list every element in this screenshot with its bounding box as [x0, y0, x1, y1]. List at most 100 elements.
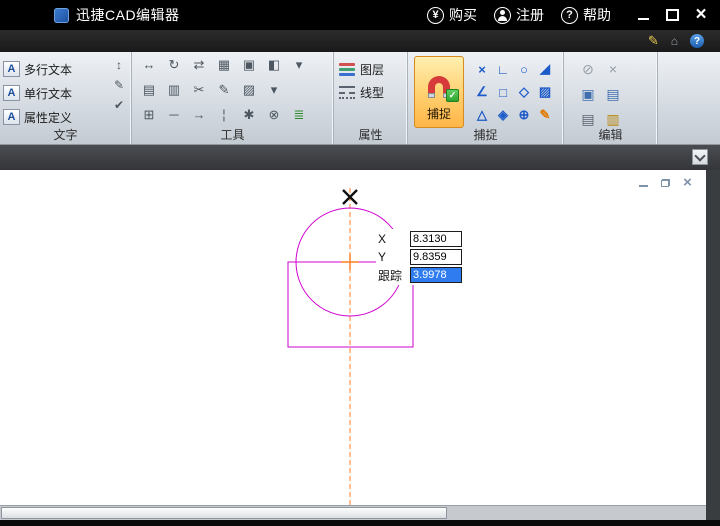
layer-icon	[339, 63, 355, 76]
app-window: 迅捷CAD编辑器 ¥ 购买 注册 ? 帮助 × ✎ ⌂ ?	[0, 0, 720, 526]
minimize-icon	[638, 18, 649, 20]
x-coordinate-field[interactable]: 8.3130	[410, 231, 462, 247]
snap-quadrant-icon[interactable]: ◇	[514, 81, 534, 103]
singleline-text-icon: A	[3, 85, 20, 101]
rotate-tool-icon[interactable]: ↻	[165, 56, 183, 74]
y-coordinate-field[interactable]: 9.8359	[410, 249, 462, 265]
linetype-label: 线型	[360, 84, 384, 101]
tracking-distance-field[interactable]: 3.9978	[410, 267, 462, 283]
paste-icon[interactable]: ▤	[601, 82, 625, 106]
doc-minimize-button[interactable]	[637, 176, 650, 189]
more-tools-dropdown-icon[interactable]: ▾	[290, 56, 308, 74]
snap-perpendicular-icon[interactable]: ∟	[493, 58, 513, 80]
ribbon-toolbar: A 多行文本 A 单行文本 A 属性定义 ↕ ✎ ✔ 文字	[0, 52, 720, 145]
layer-button[interactable]: 图层	[339, 58, 407, 81]
hatch-tool-icon[interactable]: ▨	[240, 81, 258, 99]
linetype-button[interactable]: 线型	[339, 81, 407, 104]
snap-extension-icon[interactable]: ∠	[472, 81, 492, 103]
move-tool-icon[interactable]: ↔	[140, 56, 158, 74]
snap-button-label: 捕捉	[427, 105, 451, 122]
close-icon: ×	[695, 8, 706, 22]
text-scale-icon[interactable]: ↕	[116, 59, 122, 71]
line-tool-icon[interactable]: ─	[165, 106, 183, 124]
home-icon[interactable]: ⌂	[671, 34, 678, 48]
clipboard-tool-icon[interactable]: ▥	[165, 81, 183, 99]
row2-dropdown-icon[interactable]: ▾	[265, 81, 283, 99]
title-bar: 迅捷CAD编辑器 ¥ 购买 注册 ? 帮助 ×	[0, 0, 720, 30]
group-label-text: 文字	[0, 126, 131, 143]
x-coordinate-label: X	[378, 232, 410, 246]
spell-check-icon[interactable]: ✔	[114, 99, 124, 111]
expand-panel-button[interactable]	[692, 149, 708, 165]
drawing-canvas[interactable]: × X 8.3130 Y 9.8359 跟踪 3.9978	[0, 170, 706, 505]
maximize-button[interactable]	[665, 8, 679, 22]
snap-toggle-button[interactable]: ✓ 捕捉	[414, 56, 464, 128]
close-button[interactable]: ×	[694, 8, 708, 22]
drawing-area-topbar	[0, 145, 720, 170]
erase-icon[interactable]: ⊘	[576, 57, 600, 81]
snap-midpoint-icon[interactable]: △	[472, 104, 492, 126]
ribbon-empty-area	[658, 52, 720, 144]
edit-tool-icon[interactable]: ✎	[215, 81, 233, 99]
pencil-icon[interactable]: ✎	[648, 33, 659, 49]
snap-center-icon[interactable]: ○	[514, 58, 534, 80]
drawing-svg	[0, 170, 706, 505]
edit-tools-grid: ⊘ × ▣ ▤ ▤ ▥	[564, 52, 657, 131]
trim-tool-icon[interactable]: ✂	[190, 81, 208, 99]
snap-tangent-icon[interactable]: ⊕	[514, 104, 534, 126]
doc-close-button[interactable]: ×	[681, 176, 694, 189]
offset-tool-icon[interactable]: →	[190, 106, 208, 124]
ribbon-group-tools: ↔ ↻ ⇄ ▦ ▣ ◧ ▾ ▤ ▥ ✂ ✎ ▨ ▾ ⊞ ─ → ¦ ✱	[132, 52, 334, 144]
copy-icon[interactable]: ▣	[576, 82, 600, 106]
help-circle-icon[interactable]: ?	[690, 34, 704, 48]
attribute-define-icon: A	[3, 109, 20, 125]
singleline-text-label: 单行文本	[24, 85, 72, 102]
buy-label: 购买	[449, 5, 477, 25]
snap-modes-grid: × ∟ ○ ◢ ∠ □ ◇ ▨ △ ◈ ⊕ ✎	[472, 58, 555, 128]
snap-intersection-icon[interactable]: ×	[472, 58, 492, 80]
doc-restore-icon	[661, 179, 670, 187]
paste-tool-icon[interactable]: ▤	[140, 81, 158, 99]
help-button[interactable]: ? 帮助	[561, 5, 611, 25]
point-tool-icon[interactable]: ✱	[240, 106, 258, 124]
layers-tool-icon[interactable]: ≣	[290, 106, 308, 124]
minimize-button[interactable]	[636, 8, 650, 22]
tracking-input-tooltip: X 8.3130 Y 9.8359 跟踪 3.9978	[376, 229, 464, 285]
help-label: 帮助	[583, 5, 611, 25]
copy-tool-icon[interactable]: ▣	[240, 56, 258, 74]
doc-restore-button[interactable]	[659, 176, 672, 189]
group-label-snap: 捕捉	[408, 126, 563, 143]
block-tool-icon[interactable]: ◧	[265, 56, 283, 74]
snap-node-icon[interactable]: ◈	[493, 104, 513, 126]
multiline-text-icon: A	[3, 61, 20, 77]
delete-icon[interactable]: ×	[601, 57, 625, 81]
delete-tool-icon[interactable]: ⊗	[265, 106, 283, 124]
app-icon	[54, 8, 69, 23]
singleline-text-button[interactable]: A 单行文本	[3, 81, 131, 105]
yen-icon: ¥	[427, 7, 444, 24]
ribbon-group-snap: ✓ 捕捉 × ∟ ○ ◢ ∠ □ ◇ ▨ △ ◈ ⊕ ✎	[408, 52, 564, 144]
array-tool-icon[interactable]: ▦	[215, 56, 233, 74]
snap-marker-crosshair	[341, 254, 359, 270]
doc-close-icon: ×	[683, 176, 692, 189]
snap-endpoint-icon[interactable]: □	[493, 81, 513, 103]
check-icon: ✓	[446, 89, 459, 102]
text-edit-icon[interactable]: ✎	[114, 79, 124, 91]
snap-settings-icon[interactable]: ✎	[535, 104, 555, 126]
y-coordinate-label: Y	[378, 250, 410, 264]
group-label-tools: 工具	[132, 126, 333, 143]
divide-tool-icon[interactable]: ¦	[215, 106, 233, 124]
grid-tool-icon[interactable]: ⊞	[140, 106, 158, 124]
register-label: 注册	[516, 5, 544, 25]
snap-apparent-icon[interactable]: ▨	[535, 81, 555, 103]
attribute-define-label: 属性定义	[24, 109, 72, 126]
horizontal-scrollbar-thumb[interactable]	[1, 507, 447, 519]
mirror-tool-icon[interactable]: ⇄	[190, 56, 208, 74]
buy-button[interactable]: ¥ 购买	[427, 5, 477, 25]
tracking-label: 跟踪	[378, 267, 410, 284]
register-button[interactable]: 注册	[494, 5, 544, 25]
question-icon: ?	[561, 7, 578, 24]
snap-nearest-icon[interactable]: ◢	[535, 58, 555, 80]
horizontal-scrollbar[interactable]	[0, 505, 706, 520]
multiline-text-button[interactable]: A 多行文本	[3, 57, 131, 81]
